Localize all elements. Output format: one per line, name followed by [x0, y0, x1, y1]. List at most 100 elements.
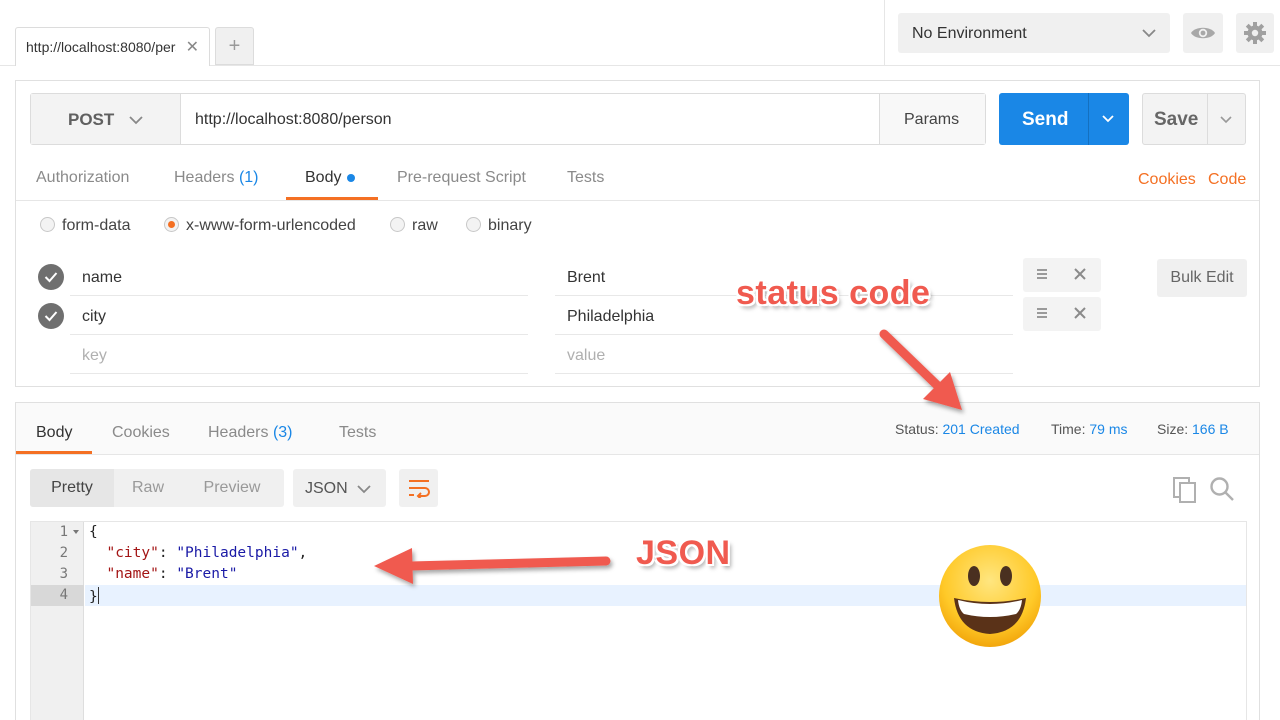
key-value: name [82, 269, 123, 286]
response-tab-headers[interactable]: Headers (3) [208, 424, 293, 442]
response-tab-headers-count: (3) [272, 424, 293, 441]
active-tab-indicator [16, 451, 92, 454]
key-value: city [82, 308, 106, 325]
key-input[interactable]: name [70, 258, 528, 296]
annotation-status-code: status code [736, 274, 931, 312]
environment-select[interactable]: No Environment [898, 13, 1170, 53]
delete-icon[interactable] [1073, 267, 1087, 281]
radio-label: binary [488, 217, 532, 234]
copy-icon[interactable] [1172, 476, 1198, 504]
wrap-icon [409, 480, 430, 498]
tab-pre-request-script[interactable]: Pre-request Script [397, 169, 526, 187]
code-line: "name": "Brent" [106, 566, 238, 582]
radio-form-data[interactable]: form-data [40, 217, 130, 235]
response-tab-headers-label: Headers [208, 424, 269, 441]
chevron-down-icon[interactable] [1218, 112, 1234, 128]
radio-label: x-www-form-urlencoded [186, 217, 356, 234]
active-tab-indicator [286, 197, 378, 200]
response-tab-tests[interactable]: Tests [339, 424, 376, 442]
tab-tests[interactable]: Tests [567, 169, 604, 187]
annotation-json: JSON [636, 534, 731, 572]
drag-handle-icon[interactable] [1036, 306, 1048, 320]
divider [1207, 94, 1208, 144]
radio-raw[interactable]: raw [390, 217, 438, 235]
smiley-emoji [939, 545, 1041, 647]
tab-body[interactable]: Body [305, 169, 356, 187]
params-button[interactable]: Params [879, 94, 985, 144]
settings-button[interactable] [1236, 13, 1274, 53]
row-enabled-checkbox[interactable] [38, 264, 64, 290]
status-meta: Status: 201 Created [895, 421, 1020, 437]
params-button-label: Params [904, 111, 960, 128]
chevron-down-icon [1142, 29, 1156, 38]
size-value[interactable]: 166 B [1192, 421, 1229, 437]
gear-icon [1244, 22, 1266, 44]
code-line: { [89, 524, 98, 540]
value-input[interactable]: value [555, 336, 1013, 374]
save-button-label: Save [1154, 109, 1199, 130]
radio-circle [466, 217, 481, 232]
wrap-lines-button[interactable] [399, 469, 438, 507]
send-button-label: Send [1022, 109, 1069, 130]
tab-headers-label: Headers [174, 169, 235, 186]
code-line: "city": "Philadelphia", [106, 545, 308, 561]
tab-authorization[interactable]: Authorization [36, 169, 129, 187]
line-number: 3 [59, 566, 68, 582]
json-string: "Philadelphia" [176, 545, 299, 561]
radio-binary[interactable]: binary [466, 217, 532, 235]
format-select-value: JSON [305, 480, 348, 497]
view-mode-pretty[interactable]: Pretty [30, 469, 114, 507]
close-icon[interactable]: ✕ [186, 37, 199, 57]
delete-icon[interactable] [1073, 306, 1087, 320]
chevron-down-icon [357, 485, 371, 494]
bulk-edit-button[interactable]: Bulk Edit [1157, 259, 1247, 297]
radio-label: form-data [62, 217, 131, 234]
new-tab-button[interactable]: + [215, 27, 254, 65]
search-icon[interactable] [1209, 476, 1235, 502]
radio-x-www-form-urlencoded[interactable]: x-www-form-urlencoded [164, 217, 356, 235]
fold-toggle-icon[interactable] [73, 530, 79, 534]
cookies-link[interactable]: Cookies [1138, 171, 1196, 189]
check-icon [44, 272, 58, 283]
method-select[interactable]: POST [31, 94, 181, 144]
form-row: city Philadelphia [36, 297, 1116, 335]
response-tab-body[interactable]: Body [36, 424, 72, 442]
time-value[interactable]: 79 ms [1089, 421, 1127, 437]
time-meta: Time: 79 ms [1051, 421, 1128, 437]
radio-circle [40, 217, 55, 232]
line-number: 1 [31, 522, 84, 543]
tab-headers-count: (1) [238, 169, 259, 186]
view-mode-selector: Pretty Raw Preview [30, 469, 284, 507]
radio-circle-selected [164, 217, 179, 232]
request-tab-label: http://localhost:8080/person [26, 39, 176, 55]
view-mode-raw[interactable]: Raw [114, 469, 182, 507]
chevron-down-icon[interactable] [1100, 111, 1116, 127]
code-line: } [89, 587, 99, 605]
status-value[interactable]: 201 Created [942, 421, 1019, 437]
row-actions [1023, 258, 1101, 292]
eye-icon [1191, 27, 1215, 39]
radio-label: raw [412, 217, 438, 234]
send-button[interactable]: Send [999, 93, 1129, 145]
check-icon [44, 311, 58, 322]
form-row: name Brent [36, 258, 1116, 296]
drag-handle-icon[interactable] [1036, 267, 1048, 281]
line-number-gutter: 1 2 3 4 [31, 522, 84, 720]
environment-quick-look-button[interactable] [1183, 13, 1223, 53]
view-mode-preview[interactable]: Preview [182, 469, 282, 507]
save-button[interactable]: Save [1142, 93, 1246, 145]
format-select[interactable]: JSON [293, 469, 386, 507]
row-enabled-checkbox[interactable] [38, 303, 64, 329]
environment-select-value: No Environment [912, 25, 1027, 42]
key-input[interactable]: key [70, 336, 528, 374]
key-input[interactable]: city [70, 297, 528, 335]
request-tab[interactable]: http://localhost:8080/person ✕ [15, 27, 210, 66]
tab-headers[interactable]: Headers (1) [174, 169, 259, 187]
method-value: POST [68, 110, 115, 129]
url-input[interactable]: http://localhost:8080/person [195, 111, 392, 129]
top-bar: http://localhost:8080/person ✕ + No Envi… [0, 0, 1280, 66]
response-tab-cookies[interactable]: Cookies [112, 424, 170, 442]
request-panel: POST http://localhost:8080/person Params… [15, 80, 1260, 387]
code-link[interactable]: Code [1208, 171, 1246, 189]
json-string: "Brent" [176, 566, 238, 582]
